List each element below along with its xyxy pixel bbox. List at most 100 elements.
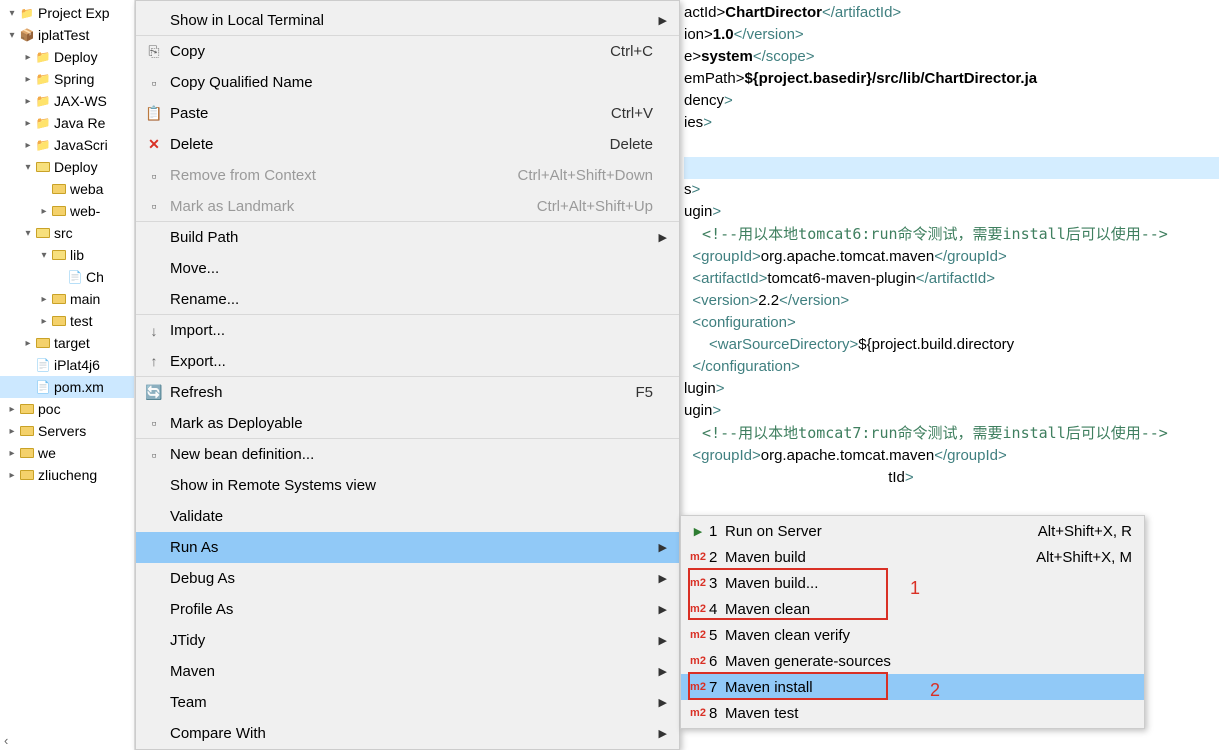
folder-icon	[51, 181, 67, 197]
menu-item-label: Delete	[164, 136, 610, 153]
twistie-icon[interactable]: ▸	[38, 294, 50, 305]
menu-item[interactable]: Team▶	[136, 687, 679, 718]
submenu-item[interactable]: m27Maven install	[681, 674, 1144, 700]
tree-item[interactable]: 📄pom.xm	[0, 376, 134, 398]
twistie-icon[interactable]: ▸	[6, 426, 18, 437]
tree-item[interactable]: ▸📁Spring	[0, 68, 134, 90]
menu-item[interactable]: Rename...	[136, 284, 679, 315]
twistie-icon[interactable]: ▸	[22, 52, 34, 63]
menu-item[interactable]: ▫New bean definition...	[136, 439, 679, 470]
menu-item[interactable]: Move...	[136, 253, 679, 284]
pkg-icon: 📁	[35, 71, 51, 87]
menu-item[interactable]: Maven▶	[136, 656, 679, 687]
menu-item[interactable]: ↑Export...	[136, 346, 679, 377]
submenu-item[interactable]: ▶1Run on ServerAlt+Shift+X, R	[681, 518, 1144, 544]
twistie-icon[interactable]: ▸	[22, 338, 34, 349]
tree-item[interactable]: ▸test	[0, 310, 134, 332]
twistie-icon[interactable]: ▸	[6, 448, 18, 459]
twistie-icon[interactable]: ▾	[22, 228, 34, 239]
tree-item[interactable]: ▸📁Java Re	[0, 112, 134, 134]
editor-line	[684, 489, 1219, 511]
submenu-number: 3	[709, 575, 725, 592]
menu-item-label: Copy	[164, 43, 610, 60]
menu-item[interactable]: Show in Remote Systems view	[136, 470, 679, 501]
editor-line: tId>	[684, 467, 1219, 489]
twistie-icon[interactable]: ▾	[6, 30, 18, 41]
menu-item[interactable]: JTidy▶	[136, 625, 679, 656]
tree-item[interactable]: ▸📁JAX-WS	[0, 90, 134, 112]
menu-item-label: Mark as Landmark	[164, 198, 537, 215]
menu-item[interactable]: ✕DeleteDelete	[136, 129, 679, 160]
tree-item[interactable]: weba	[0, 178, 134, 200]
copy-icon: ⎘	[144, 43, 164, 60]
menu-item[interactable]: ▫Copy Qualified Name	[136, 67, 679, 98]
menu-item[interactable]: Run As▶	[136, 532, 679, 563]
tree-item[interactable]: ▸Servers	[0, 420, 134, 442]
submenu-number: 2	[709, 549, 725, 566]
tree-item[interactable]: ▸poc	[0, 398, 134, 420]
tree-item-label: lib	[70, 247, 84, 263]
editor-line	[684, 134, 1219, 156]
menu-item[interactable]: Show in Local Terminal▶	[136, 5, 679, 36]
tree-item[interactable]: ▸📁JavaScri	[0, 134, 134, 156]
maven-icon: m2	[687, 629, 709, 641]
twistie-icon[interactable]: ▾	[38, 250, 50, 261]
twistie-icon[interactable]: ▸	[6, 404, 18, 415]
tree-item[interactable]: ▸zliucheng	[0, 464, 134, 486]
tree-item[interactable]: ▸ web-	[0, 200, 134, 222]
menu-item-label: JTidy	[164, 632, 653, 649]
tree-item[interactable]: ▸we	[0, 442, 134, 464]
twistie-icon[interactable]: ▸	[22, 140, 34, 151]
twistie-icon[interactable]: ▸	[6, 470, 18, 481]
menu-item[interactable]: ▫Remove from ContextCtrl+Alt+Shift+Down	[136, 160, 679, 191]
folder-open-icon	[35, 225, 51, 241]
tree-item[interactable]: ▾ lib	[0, 244, 134, 266]
tree-item[interactable]: ▾Deploy	[0, 156, 134, 178]
tree-item-label: web-	[70, 203, 100, 219]
submenu-item[interactable]: m26Maven generate-sources	[681, 648, 1144, 674]
twistie-icon[interactable]: ▸	[22, 74, 34, 85]
editor-line: <groupId>org.apache.tomcat.maven</groupI…	[684, 246, 1219, 268]
tree-item[interactable]: ▾src	[0, 222, 134, 244]
submenu-item[interactable]: m22Maven buildAlt+Shift+X, M	[681, 544, 1144, 570]
twistie-icon[interactable]: ▸	[22, 96, 34, 107]
menu-item[interactable]: Compare With▶	[136, 718, 679, 749]
tree-item[interactable]: ▸ main	[0, 288, 134, 310]
menu-shortcut: Ctrl+Alt+Shift+Up	[537, 198, 653, 215]
tree-item[interactable]: ▸📁Deploy	[0, 46, 134, 68]
menu-item[interactable]: 🔄RefreshF5	[136, 377, 679, 408]
editor-line: ion>1.0</version>	[684, 24, 1219, 46]
tree-item[interactable]: 📄Ch	[0, 266, 134, 288]
menu-item[interactable]: ▫Mark as Deployable	[136, 408, 679, 439]
menu-item[interactable]: 📋PasteCtrl+V	[136, 98, 679, 129]
project-explorer[interactable]: ▾ 📁 Project Exp ▾📦iplatTest▸📁Deploy▸📁Sprin…	[0, 0, 135, 750]
tree-item[interactable]: ▸target	[0, 332, 134, 354]
tree-item[interactable]: ▾📦iplatTest	[0, 24, 134, 46]
menu-item-label: Paste	[164, 105, 611, 122]
submenu-arrow-icon: ▶	[653, 665, 667, 678]
tree-header-label: Project Exp	[38, 5, 110, 21]
menu-item[interactable]: Validate	[136, 501, 679, 532]
menu-item[interactable]: Build Path▶	[136, 222, 679, 253]
tree-item-label: main	[70, 291, 100, 307]
editor-line: <!--用以本地tomcat6:run命令测试，需要install后可以使用--…	[684, 223, 1219, 246]
submenu-item[interactable]: m28Maven test	[681, 700, 1144, 726]
menu-item[interactable]: ⎘CopyCtrl+C	[136, 36, 679, 67]
menu-item[interactable]: ↓Import...	[136, 315, 679, 346]
submenu-arrow-icon: ▶	[653, 14, 667, 27]
twistie-icon[interactable]: ▸	[22, 118, 34, 129]
twistie-icon[interactable]: ▸	[38, 316, 50, 327]
tree-item-label: iPlat4j6	[54, 357, 100, 373]
menu-item[interactable]: ▫Mark as LandmarkCtrl+Alt+Shift+Up	[136, 191, 679, 222]
proj-icon: 📦	[19, 27, 35, 43]
menu-item[interactable]: Debug As▶	[136, 563, 679, 594]
tree-item[interactable]: 📄iPlat4j6	[0, 354, 134, 376]
twistie-icon[interactable]: ▸	[38, 206, 50, 217]
twistie-icon[interactable]: ▾	[22, 162, 34, 173]
menu-item-label: Maven	[164, 663, 653, 680]
submenu-item[interactable]: m23Maven build...	[681, 570, 1144, 596]
tree-item-label: Spring	[54, 71, 94, 87]
submenu-item[interactable]: m24Maven clean	[681, 596, 1144, 622]
menu-item[interactable]: Profile As▶	[136, 594, 679, 625]
submenu-item[interactable]: m25Maven clean verify	[681, 622, 1144, 648]
